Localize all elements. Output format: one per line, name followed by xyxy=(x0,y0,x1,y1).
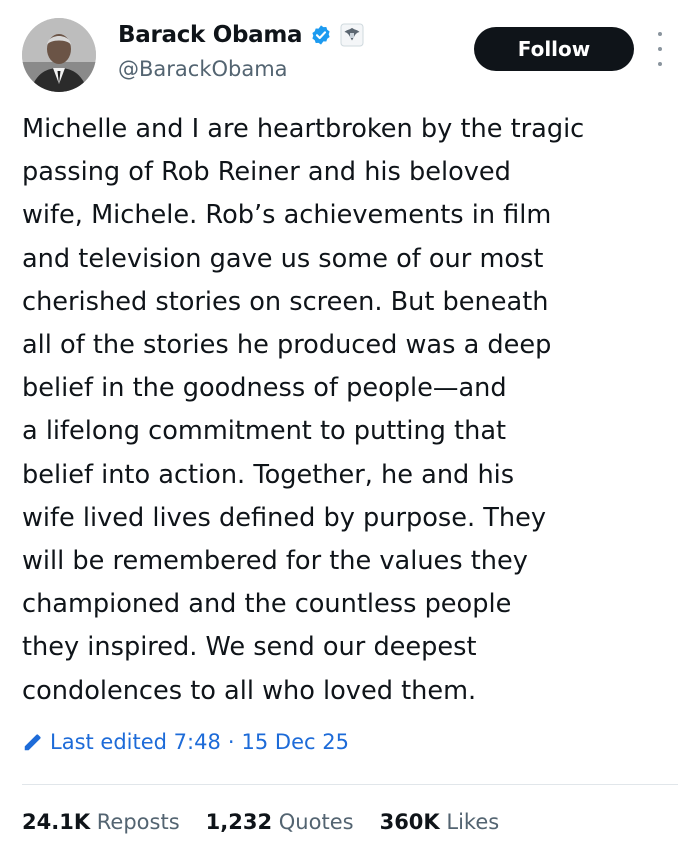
avatar-photo xyxy=(22,18,96,92)
pencil-icon xyxy=(24,734,41,751)
quotes-stat[interactable]: 1,232 Quotes xyxy=(206,810,354,834)
reposts-label: Reposts xyxy=(96,810,180,834)
tweet-header: Barack Obama @BarackObama Follow xyxy=(0,0,700,110)
tweet-line: championed and the countless people xyxy=(22,589,512,620)
tweet-date[interactable]: 15 Dec 25 xyxy=(242,730,349,754)
tweet-line: cherished stories on screen. But beneath xyxy=(22,286,549,317)
quotes-count: 1,232 xyxy=(205,810,273,834)
meta-separator: · xyxy=(227,730,235,754)
tweet-line: condolences to all who loved them. xyxy=(22,675,477,706)
author-name[interactable]: Barack Obama xyxy=(118,22,303,48)
tweet-line: Michelle and I are heartbroken by the tr… xyxy=(22,114,585,144)
more-dot xyxy=(658,47,662,51)
likes-count: 360K xyxy=(379,810,440,834)
edit-history-link[interactable]: Last edited 7:48 · 15 Dec 25 xyxy=(22,730,349,754)
likes-label: Likes xyxy=(446,810,500,834)
tweet-text: Michelle and I are heartbroken by the tr… xyxy=(22,108,682,713)
tweet-line: wife lived lives defined by purpose. The… xyxy=(22,502,546,533)
tweet-line: will be remembered for the values they xyxy=(22,546,528,577)
tweet-line: all of the stories he produced was a dee… xyxy=(22,330,552,361)
tweet-line: belief in the goodness of people—and xyxy=(22,373,507,404)
engagement-stats: 24.1K Reposts 1,232 Quotes 360K Likes xyxy=(22,810,525,834)
likes-stat[interactable]: 360K Likes xyxy=(380,810,500,834)
more-vertical-icon[interactable] xyxy=(652,32,668,66)
avatar[interactable] xyxy=(22,18,96,92)
reposts-count: 24.1K xyxy=(22,810,91,834)
author-handle[interactable]: @BarackObama xyxy=(118,57,288,81)
quotes-label: Quotes xyxy=(278,810,354,834)
edited-label[interactable]: Last edited 7:48 xyxy=(50,730,221,754)
divider xyxy=(22,784,678,785)
more-dot xyxy=(658,32,662,36)
more-dot xyxy=(658,62,662,66)
government-seal-icon xyxy=(340,23,364,47)
tweet-line: and television gave us some of our most xyxy=(22,243,544,274)
tweet-line: wife, Michele. Rob’s achievements in fil… xyxy=(22,200,552,231)
verified-badge-icon xyxy=(312,25,330,45)
follow-button[interactable]: Follow xyxy=(474,27,634,71)
author-name-row: Barack Obama xyxy=(118,22,364,48)
reposts-stat[interactable]: 24.1K Reposts xyxy=(22,810,180,834)
tweet-line: belief into action. Together, he and his xyxy=(22,459,515,490)
tweet-line: they inspired. We send our deepest xyxy=(22,632,477,663)
tweet-line: a lifelong commitment to putting that xyxy=(22,416,507,447)
tweet-line: passing of Rob Reiner and his beloved xyxy=(22,157,511,188)
